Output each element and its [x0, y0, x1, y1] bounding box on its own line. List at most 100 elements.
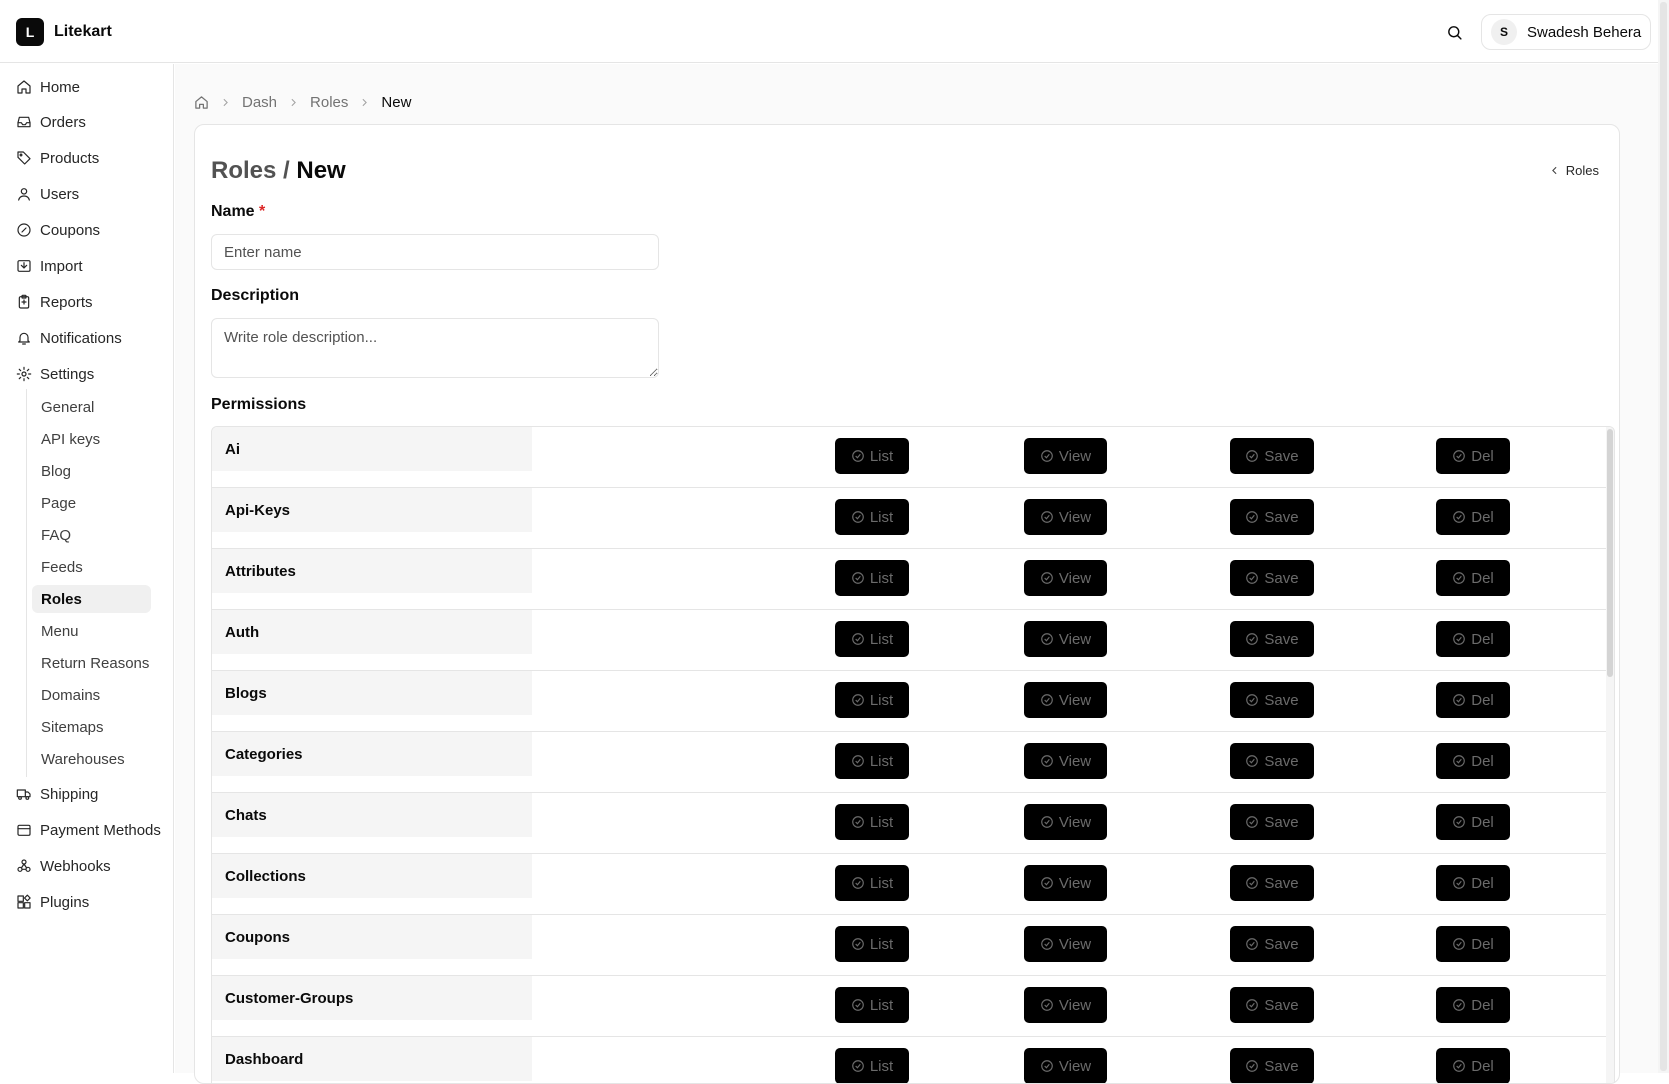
check-circle-icon — [1246, 999, 1259, 1011]
home-icon[interactable] — [194, 95, 209, 110]
search-button[interactable] — [1442, 20, 1466, 44]
settings-subitem-feeds[interactable]: Feeds — [32, 553, 151, 581]
settings-subitem-blog[interactable]: Blog — [32, 457, 151, 485]
permissions-scrollbar[interactable] — [1606, 427, 1614, 1083]
settings-subitem-faq[interactable]: FAQ — [32, 521, 151, 549]
sidebar-item-coupons[interactable]: Coupons — [16, 218, 100, 242]
permission-action-label: List — [869, 813, 894, 831]
permission-view-button[interactable]: View — [1024, 621, 1107, 657]
permission-del-button[interactable]: Del — [1436, 926, 1510, 962]
permission-view-button[interactable]: View — [1024, 499, 1107, 535]
permission-list-button[interactable]: List — [835, 499, 909, 535]
permission-row-attributes: Attributes List View Save Del — [212, 549, 1606, 610]
permission-save-button[interactable]: Save — [1230, 682, 1314, 718]
sidebar-item-shipping[interactable]: Shipping — [16, 782, 98, 806]
permission-save-button[interactable]: Save — [1230, 560, 1314, 596]
permission-del-button[interactable]: Del — [1436, 621, 1510, 657]
brand[interactable]: L Litekart — [16, 18, 112, 46]
permission-list-button[interactable]: List — [835, 682, 909, 718]
sidebar-item-import[interactable]: Import — [16, 254, 83, 278]
user-menu-button[interactable]: S Swadesh Behera — [1481, 14, 1652, 50]
settings-subitem-page[interactable]: Page — [32, 489, 151, 517]
check-circle-icon — [1041, 816, 1053, 828]
settings-subitem-roles[interactable]: Roles — [32, 585, 151, 613]
sidebar-item-home[interactable]: Home — [16, 75, 80, 99]
sidebar-item-notifications[interactable]: Notifications — [16, 326, 122, 350]
check-circle-icon — [1041, 694, 1053, 706]
permission-list-button[interactable]: List — [835, 804, 909, 840]
settings-subitem-domains[interactable]: Domains — [32, 681, 151, 709]
permission-view-button[interactable]: View — [1024, 865, 1107, 901]
check-circle-icon — [851, 999, 864, 1011]
page-scrollbar-thumb[interactable] — [1660, 2, 1667, 1071]
inbox-icon — [17, 116, 31, 128]
permission-action-label: Del — [1471, 508, 1494, 526]
description-textarea[interactable] — [211, 318, 659, 378]
sidebar-item-settings[interactable]: Settings — [16, 362, 94, 386]
back-to-roles-link[interactable]: Roles — [1548, 163, 1599, 178]
sidebar-item-webhooks[interactable]: Webhooks — [16, 854, 111, 878]
permission-save-button[interactable]: Save — [1230, 499, 1314, 535]
permission-save-button[interactable]: Save — [1230, 865, 1314, 901]
permission-row-categories: Categories List View Save Del — [212, 732, 1606, 793]
permission-list-button[interactable]: List — [835, 987, 909, 1023]
permission-del-button[interactable]: Del — [1436, 682, 1510, 718]
permission-del-button[interactable]: Del — [1436, 987, 1510, 1023]
permission-row-ai: Ai List View Save Del — [212, 427, 1606, 488]
sidebar-item-orders[interactable]: Orders — [16, 110, 86, 134]
permission-view-button[interactable]: View — [1024, 804, 1107, 840]
settings-subitem-general[interactable]: General — [32, 393, 151, 421]
permission-save-button[interactable]: Save — [1230, 804, 1314, 840]
permission-view-button[interactable]: View — [1024, 1048, 1107, 1083]
breadcrumb-dash[interactable]: Dash — [242, 94, 277, 111]
permission-list-button[interactable]: List — [835, 560, 909, 596]
wallet-icon — [17, 824, 31, 836]
breadcrumb-roles[interactable]: Roles — [310, 94, 348, 111]
permission-del-button[interactable]: Del — [1436, 743, 1510, 779]
sidebar-item-users[interactable]: Users — [16, 182, 79, 206]
permission-list-button[interactable]: List — [835, 1048, 909, 1083]
permission-save-button[interactable]: Save — [1230, 621, 1314, 657]
permission-save-button[interactable]: Save — [1230, 438, 1314, 474]
permission-name: Api-Keys — [212, 488, 532, 532]
permission-view-button[interactable]: View — [1024, 926, 1107, 962]
settings-subitem-api-keys[interactable]: API keys — [32, 425, 151, 453]
permission-list-button[interactable]: List — [835, 743, 909, 779]
settings-subitem-menu[interactable]: Menu — [32, 617, 151, 645]
permission-save-button[interactable]: Save — [1230, 987, 1314, 1023]
permission-action-label: Save — [1264, 813, 1299, 831]
sidebar-item-products[interactable]: Products — [16, 146, 99, 170]
top-bar: L Litekart S Swadesh Behera — [0, 0, 1669, 63]
permission-view-button[interactable]: View — [1024, 682, 1107, 718]
permission-save-button[interactable]: Save — [1230, 926, 1314, 962]
permission-list-button[interactable]: List — [835, 926, 909, 962]
settings-subitem-warehouses[interactable]: Warehouses — [32, 745, 151, 773]
permission-list-button[interactable]: List — [835, 438, 909, 474]
check-circle-icon — [1041, 877, 1053, 889]
permission-del-button[interactable]: Del — [1436, 499, 1510, 535]
permission-del-button[interactable]: Del — [1436, 1048, 1510, 1083]
page-scrollbar[interactable] — [1658, 0, 1669, 1073]
sidebar-item-label: Home — [40, 78, 81, 96]
permission-save-button[interactable]: Save — [1230, 743, 1314, 779]
permission-view-button[interactable]: View — [1024, 438, 1107, 474]
permission-action-label: Del — [1471, 630, 1494, 648]
check-circle-icon — [1246, 938, 1259, 950]
permission-save-button[interactable]: Save — [1230, 1048, 1314, 1083]
permission-list-button[interactable]: List — [835, 621, 909, 657]
permission-del-button[interactable]: Del — [1436, 865, 1510, 901]
permission-del-button[interactable]: Del — [1436, 560, 1510, 596]
permission-view-button[interactable]: View — [1024, 743, 1107, 779]
sidebar-item-reports[interactable]: Reports — [16, 290, 93, 314]
permission-view-button[interactable]: View — [1024, 560, 1107, 596]
settings-subitem-return-reasons[interactable]: Return Reasons — [32, 649, 151, 677]
name-input[interactable] — [211, 234, 659, 270]
permission-list-button[interactable]: List — [835, 865, 909, 901]
settings-subitem-sitemaps[interactable]: Sitemaps — [32, 713, 151, 741]
permission-del-button[interactable]: Del — [1436, 438, 1510, 474]
permission-del-button[interactable]: Del — [1436, 804, 1510, 840]
permission-view-button[interactable]: View — [1024, 987, 1107, 1023]
scrollbar-thumb[interactable] — [1607, 429, 1613, 677]
sidebar-item-plugins[interactable]: Plugins — [16, 890, 89, 914]
sidebar-item-payment-methods[interactable]: Payment Methods — [16, 818, 161, 842]
